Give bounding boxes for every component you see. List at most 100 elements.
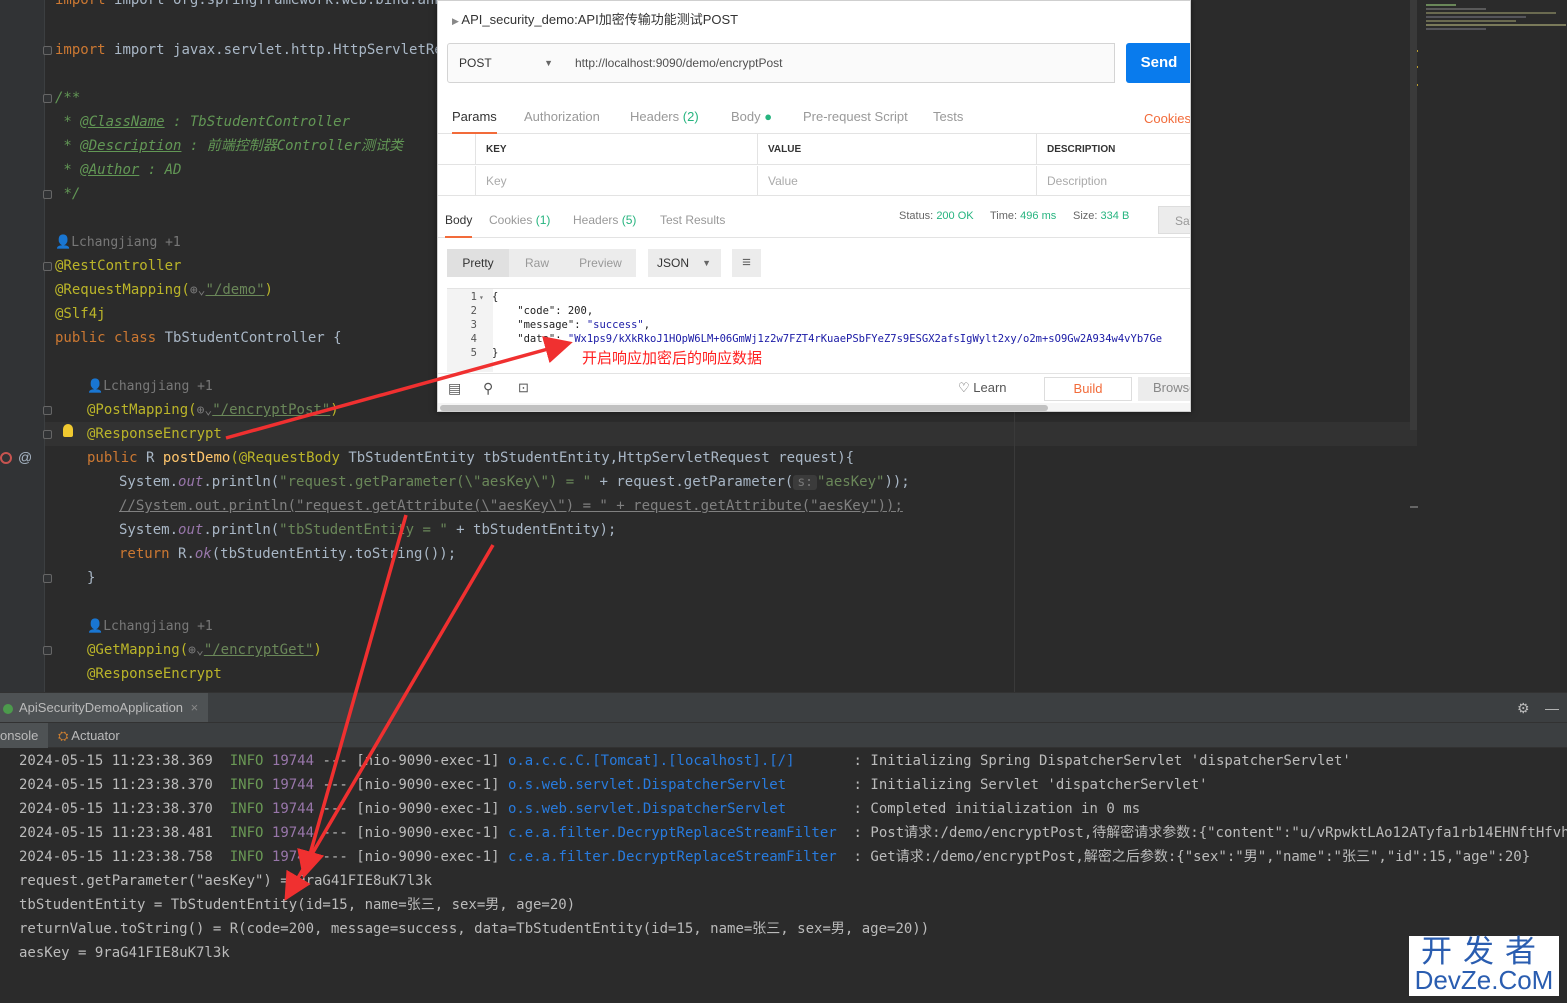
format-select[interactable]: JSON ▼ xyxy=(648,249,721,277)
method-select[interactable]: POST ▼ xyxy=(447,43,564,83)
kv-value-input[interactable]: Value xyxy=(758,166,1037,196)
console-line: aesKey = 9raG41FIE8uK7l3k xyxy=(19,945,230,961)
fold-marker[interactable] xyxy=(43,430,52,439)
console-icon[interactable]: ⊡ xyxy=(518,380,529,396)
view-raw[interactable]: Raw xyxy=(515,249,559,277)
run-config-tab[interactable]: ApiSecurityDemoApplication × xyxy=(0,693,209,723)
tab-prerequest-script[interactable]: Pre-request Script xyxy=(803,100,908,134)
author-hint[interactable]: Lchangjiang +1 xyxy=(71,235,181,250)
response-body-viewer[interactable]: 1 ▾ { 2 "code": 200, 3 "message": "success… xyxy=(447,288,1190,372)
globe-icon: ⊕⌄ xyxy=(189,283,206,298)
request-title[interactable]: ▶ API_security_demo:API加密传输功能测试POST xyxy=(452,9,738,28)
tab-authorization[interactable]: Authorization xyxy=(524,100,600,134)
gutter-divider xyxy=(44,0,45,692)
wrap-lines-icon[interactable]: ≡ xyxy=(732,249,761,277)
run-tool-window-header: ApiSecurityDemoApplication × ⚙ — xyxy=(0,692,1567,723)
tab-actuator[interactable]: ⛭ Actuator xyxy=(58,723,120,749)
close-icon[interactable]: × xyxy=(191,700,199,715)
code-line: @Slf4j xyxy=(55,306,106,322)
postman-window[interactable]: ▶ API_security_demo:API加密传输功能测试POST POST… xyxy=(437,0,1191,412)
code-token: + tbStudentEntity); xyxy=(447,522,617,538)
at-icon[interactable]: @ xyxy=(18,449,32,465)
tab-headers[interactable]: Headers (2) xyxy=(630,100,699,134)
run-config-tab-label: ApiSecurityDemoApplication xyxy=(19,700,184,715)
code-token: R xyxy=(146,450,163,466)
javadoc-value: : AD xyxy=(139,162,182,178)
code-token: ) xyxy=(313,642,322,658)
fold-marker[interactable] xyxy=(43,46,52,55)
save-response-button[interactable]: Sav xyxy=(1158,206,1190,234)
javadoc-tag: @Description xyxy=(80,138,182,154)
send-button[interactable]: Send xyxy=(1126,43,1190,83)
minimize-icon[interactable]: — xyxy=(1545,693,1559,723)
code-token: TbStudentController { xyxy=(164,330,342,346)
fold-marker[interactable] xyxy=(43,406,52,415)
response-size: Size: 334 B xyxy=(1073,210,1130,222)
response-status: Status: 200 OK xyxy=(899,210,974,222)
json-line: } xyxy=(492,347,499,359)
endpoint-icon[interactable] xyxy=(0,452,12,464)
url-input[interactable]: http://localhost:9090/demo/encryptPost xyxy=(563,43,1115,83)
code-token: ) xyxy=(264,282,273,298)
editor-gutter xyxy=(0,0,44,692)
chevron-down-icon: ▼ xyxy=(544,58,553,68)
kv-description-input[interactable]: Description xyxy=(1037,166,1190,196)
fold-marker[interactable] xyxy=(43,646,52,655)
kv-check-cell[interactable] xyxy=(438,166,476,196)
search-icon[interactable]: ⚲ xyxy=(483,380,493,397)
learn-link[interactable]: ♡ Learn xyxy=(958,380,1007,396)
gear-icon[interactable]: ⚙ xyxy=(1517,693,1530,723)
code-token: + request.getParameter( xyxy=(591,474,794,490)
author-hint[interactable]: Lchangjiang +1 xyxy=(103,619,213,634)
param-hint: s: xyxy=(793,475,817,490)
tab-console-label: onsole xyxy=(0,728,39,743)
actuator-icon: ⛭ xyxy=(58,728,72,743)
author-hint[interactable]: Lchangjiang +1 xyxy=(103,379,213,394)
code-token: return xyxy=(119,546,179,562)
annotation-label: 开启响应加密后的响应数据 xyxy=(582,350,763,367)
build-mode-button[interactable]: Build xyxy=(1044,377,1132,401)
sidebar-toggle-icon[interactable]: ▤ xyxy=(448,380,461,397)
fold-marker[interactable] xyxy=(43,190,52,199)
kv-key-input[interactable]: Key xyxy=(476,166,758,196)
kv-header-value: VALUE xyxy=(758,134,1037,165)
code-token: @ResponseEncrypt xyxy=(87,666,222,682)
cookies-link[interactable]: Cookies xyxy=(1144,102,1190,136)
javadoc-value: : TbStudentController xyxy=(164,114,351,130)
minimap[interactable] xyxy=(1410,0,1567,508)
tab-response-body[interactable]: Body xyxy=(445,206,473,238)
scrollbar-thumb[interactable] xyxy=(440,405,1048,411)
code-token: @ResponseEncrypt xyxy=(87,426,222,442)
horizontal-scrollbar[interactable] xyxy=(438,403,1190,411)
tab-body[interactable]: Body ● xyxy=(731,100,772,134)
javadoc-tag: @Author xyxy=(80,162,140,178)
fold-marker[interactable] xyxy=(43,574,52,583)
tab-response-cookies[interactable]: Cookies (1) xyxy=(489,206,550,238)
line-number: 5 xyxy=(470,347,477,359)
json-line: { xyxy=(492,291,499,303)
response-time: Time: 496 ms xyxy=(990,210,1057,222)
view-preview[interactable]: Preview xyxy=(568,249,633,277)
view-pretty[interactable]: Pretty xyxy=(447,249,509,277)
watermark-logo: 开发者 DevZe.CoM xyxy=(1409,936,1559,996)
browse-mode-button[interactable]: Browse xyxy=(1138,377,1190,401)
tab-tests[interactable]: Tests xyxy=(933,100,963,134)
code-token: (@RequestBody xyxy=(230,450,349,466)
kv-header-description: DESCRIPTION xyxy=(1037,134,1190,165)
log-line: 2024-05-15 11:23:38.758 INFO 19744 --- [… xyxy=(19,849,1531,865)
tab-test-results[interactable]: Test Results xyxy=(660,206,725,238)
tab-params[interactable]: Params xyxy=(452,100,497,134)
line-number: 1 xyxy=(470,291,477,303)
fold-marker[interactable] xyxy=(43,94,52,103)
fold-marker[interactable] xyxy=(43,262,52,271)
console-output[interactable]: 2024-05-15 11:23:38.369 INFO 19744 --- [… xyxy=(0,748,1567,1003)
code-token: .println( xyxy=(203,522,280,538)
code-token: public class xyxy=(55,330,165,346)
code-token: @GetMapping( xyxy=(87,642,189,658)
tab-response-headers[interactable]: Headers (5) xyxy=(573,206,636,238)
javadoc-tag: @ClassName xyxy=(80,114,165,130)
fold-icon[interactable]: ▾ xyxy=(479,291,484,305)
format-value: JSON xyxy=(657,256,690,270)
tab-console[interactable]: onsole xyxy=(0,723,49,749)
console-line: returnValue.toString() = R(code=200, mes… xyxy=(19,921,930,937)
